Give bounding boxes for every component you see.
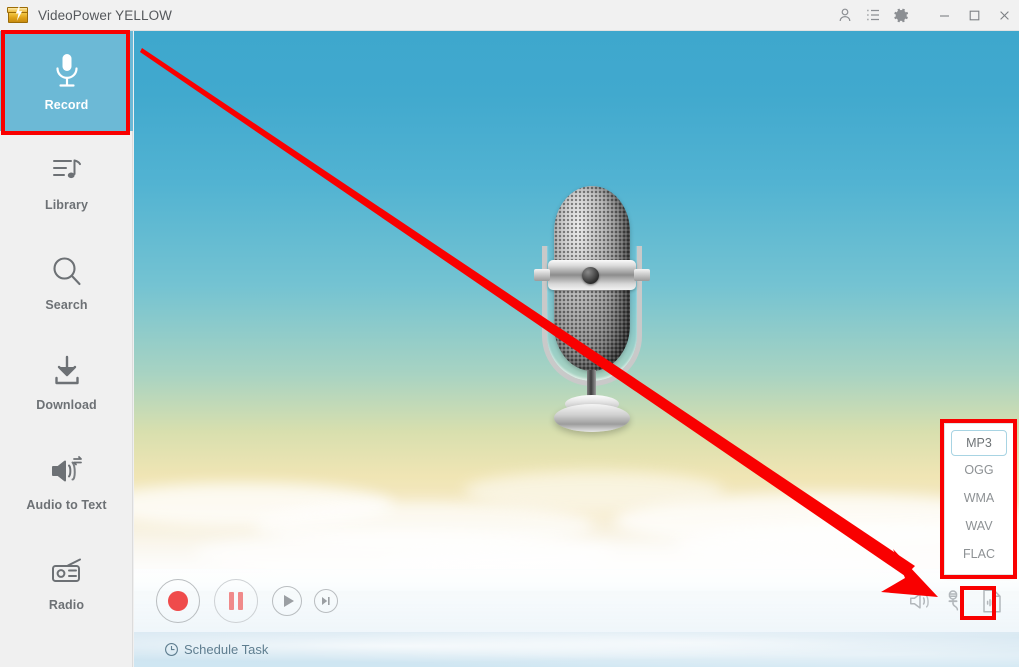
control-bar-right-icons <box>903 584 1019 618</box>
microphone-icon <box>53 50 81 92</box>
recording-stage: Schedule Task <box>134 31 1019 667</box>
schedule-task-label: Schedule Task <box>184 642 269 657</box>
sidebar-item-download[interactable]: Download <box>0 331 133 431</box>
sidebar-navigation: Record Library Search Download Audio to … <box>0 31 133 667</box>
format-option-mp3[interactable]: MP3 <box>951 430 1007 456</box>
library-notes-icon <box>51 150 83 192</box>
next-button[interactable] <box>314 589 338 613</box>
sidebar-item-record[interactable]: Record <box>0 31 133 131</box>
format-option-wav[interactable]: WAV <box>951 512 1007 540</box>
audio-format-icon <box>983 589 1001 613</box>
sidebar-item-radio[interactable]: Radio <box>0 531 133 631</box>
record-dot-icon <box>168 591 188 611</box>
title-bar: VideoPower YELLOW <box>0 0 1019 31</box>
settings-gear-icon[interactable] <box>887 0 915 31</box>
format-dropdown-menu[interactable]: MP3 OGG WMA WAV FLAC <box>944 423 1014 575</box>
vintage-microphone-illustration <box>532 186 652 436</box>
playback-control-bar <box>134 569 1019 632</box>
sidebar-item-label: Search <box>45 298 88 312</box>
maximize-button[interactable] <box>959 0 989 31</box>
application-window: VideoPower YELLOW Record Library Search … <box>0 0 1019 667</box>
audio-format-button[interactable] <box>975 584 1009 618</box>
format-option-flac[interactable]: FLAC <box>951 540 1007 568</box>
sidebar-item-label: Record <box>44 98 89 112</box>
pause-icon <box>229 592 243 610</box>
speaker-icon[interactable] <box>903 584 937 618</box>
sidebar-item-label: Radio <box>48 598 85 612</box>
sidebar-item-library[interactable]: Library <box>0 131 133 231</box>
list-menu-icon[interactable] <box>859 0 887 31</box>
close-button[interactable] <box>989 0 1019 31</box>
download-arrow-icon <box>51 350 83 392</box>
record-button[interactable] <box>156 579 200 623</box>
minimize-button[interactable] <box>929 0 959 31</box>
sidebar-item-label: Library <box>44 198 89 212</box>
schedule-bar: Schedule Task <box>134 632 1019 667</box>
window-title: VideoPower YELLOW <box>38 7 173 23</box>
speaker-convert-icon <box>49 450 85 492</box>
play-icon <box>283 595 294 607</box>
next-icon <box>322 597 330 605</box>
sidebar-item-search[interactable]: Search <box>0 231 133 331</box>
videopower-yellow-logo-icon <box>7 4 29 26</box>
format-option-ogg[interactable]: OGG <box>951 456 1007 484</box>
pause-button[interactable] <box>214 579 258 623</box>
schedule-task-button[interactable]: Schedule Task <box>164 642 268 657</box>
sidebar-item-label: Download <box>36 398 97 412</box>
clock-icon <box>165 643 178 656</box>
magnifier-icon <box>50 250 84 292</box>
format-option-wma[interactable]: WMA <box>951 484 1007 512</box>
titlebar-actions <box>831 0 1019 31</box>
account-icon[interactable] <box>831 0 859 31</box>
microphone-input-icon[interactable] <box>937 584 971 618</box>
sidebar-item-audio-to-text[interactable]: Audio to Text <box>0 431 133 531</box>
radio-icon <box>49 550 85 592</box>
sidebar-item-label: Audio to Text <box>26 498 107 512</box>
play-button[interactable] <box>272 586 302 616</box>
